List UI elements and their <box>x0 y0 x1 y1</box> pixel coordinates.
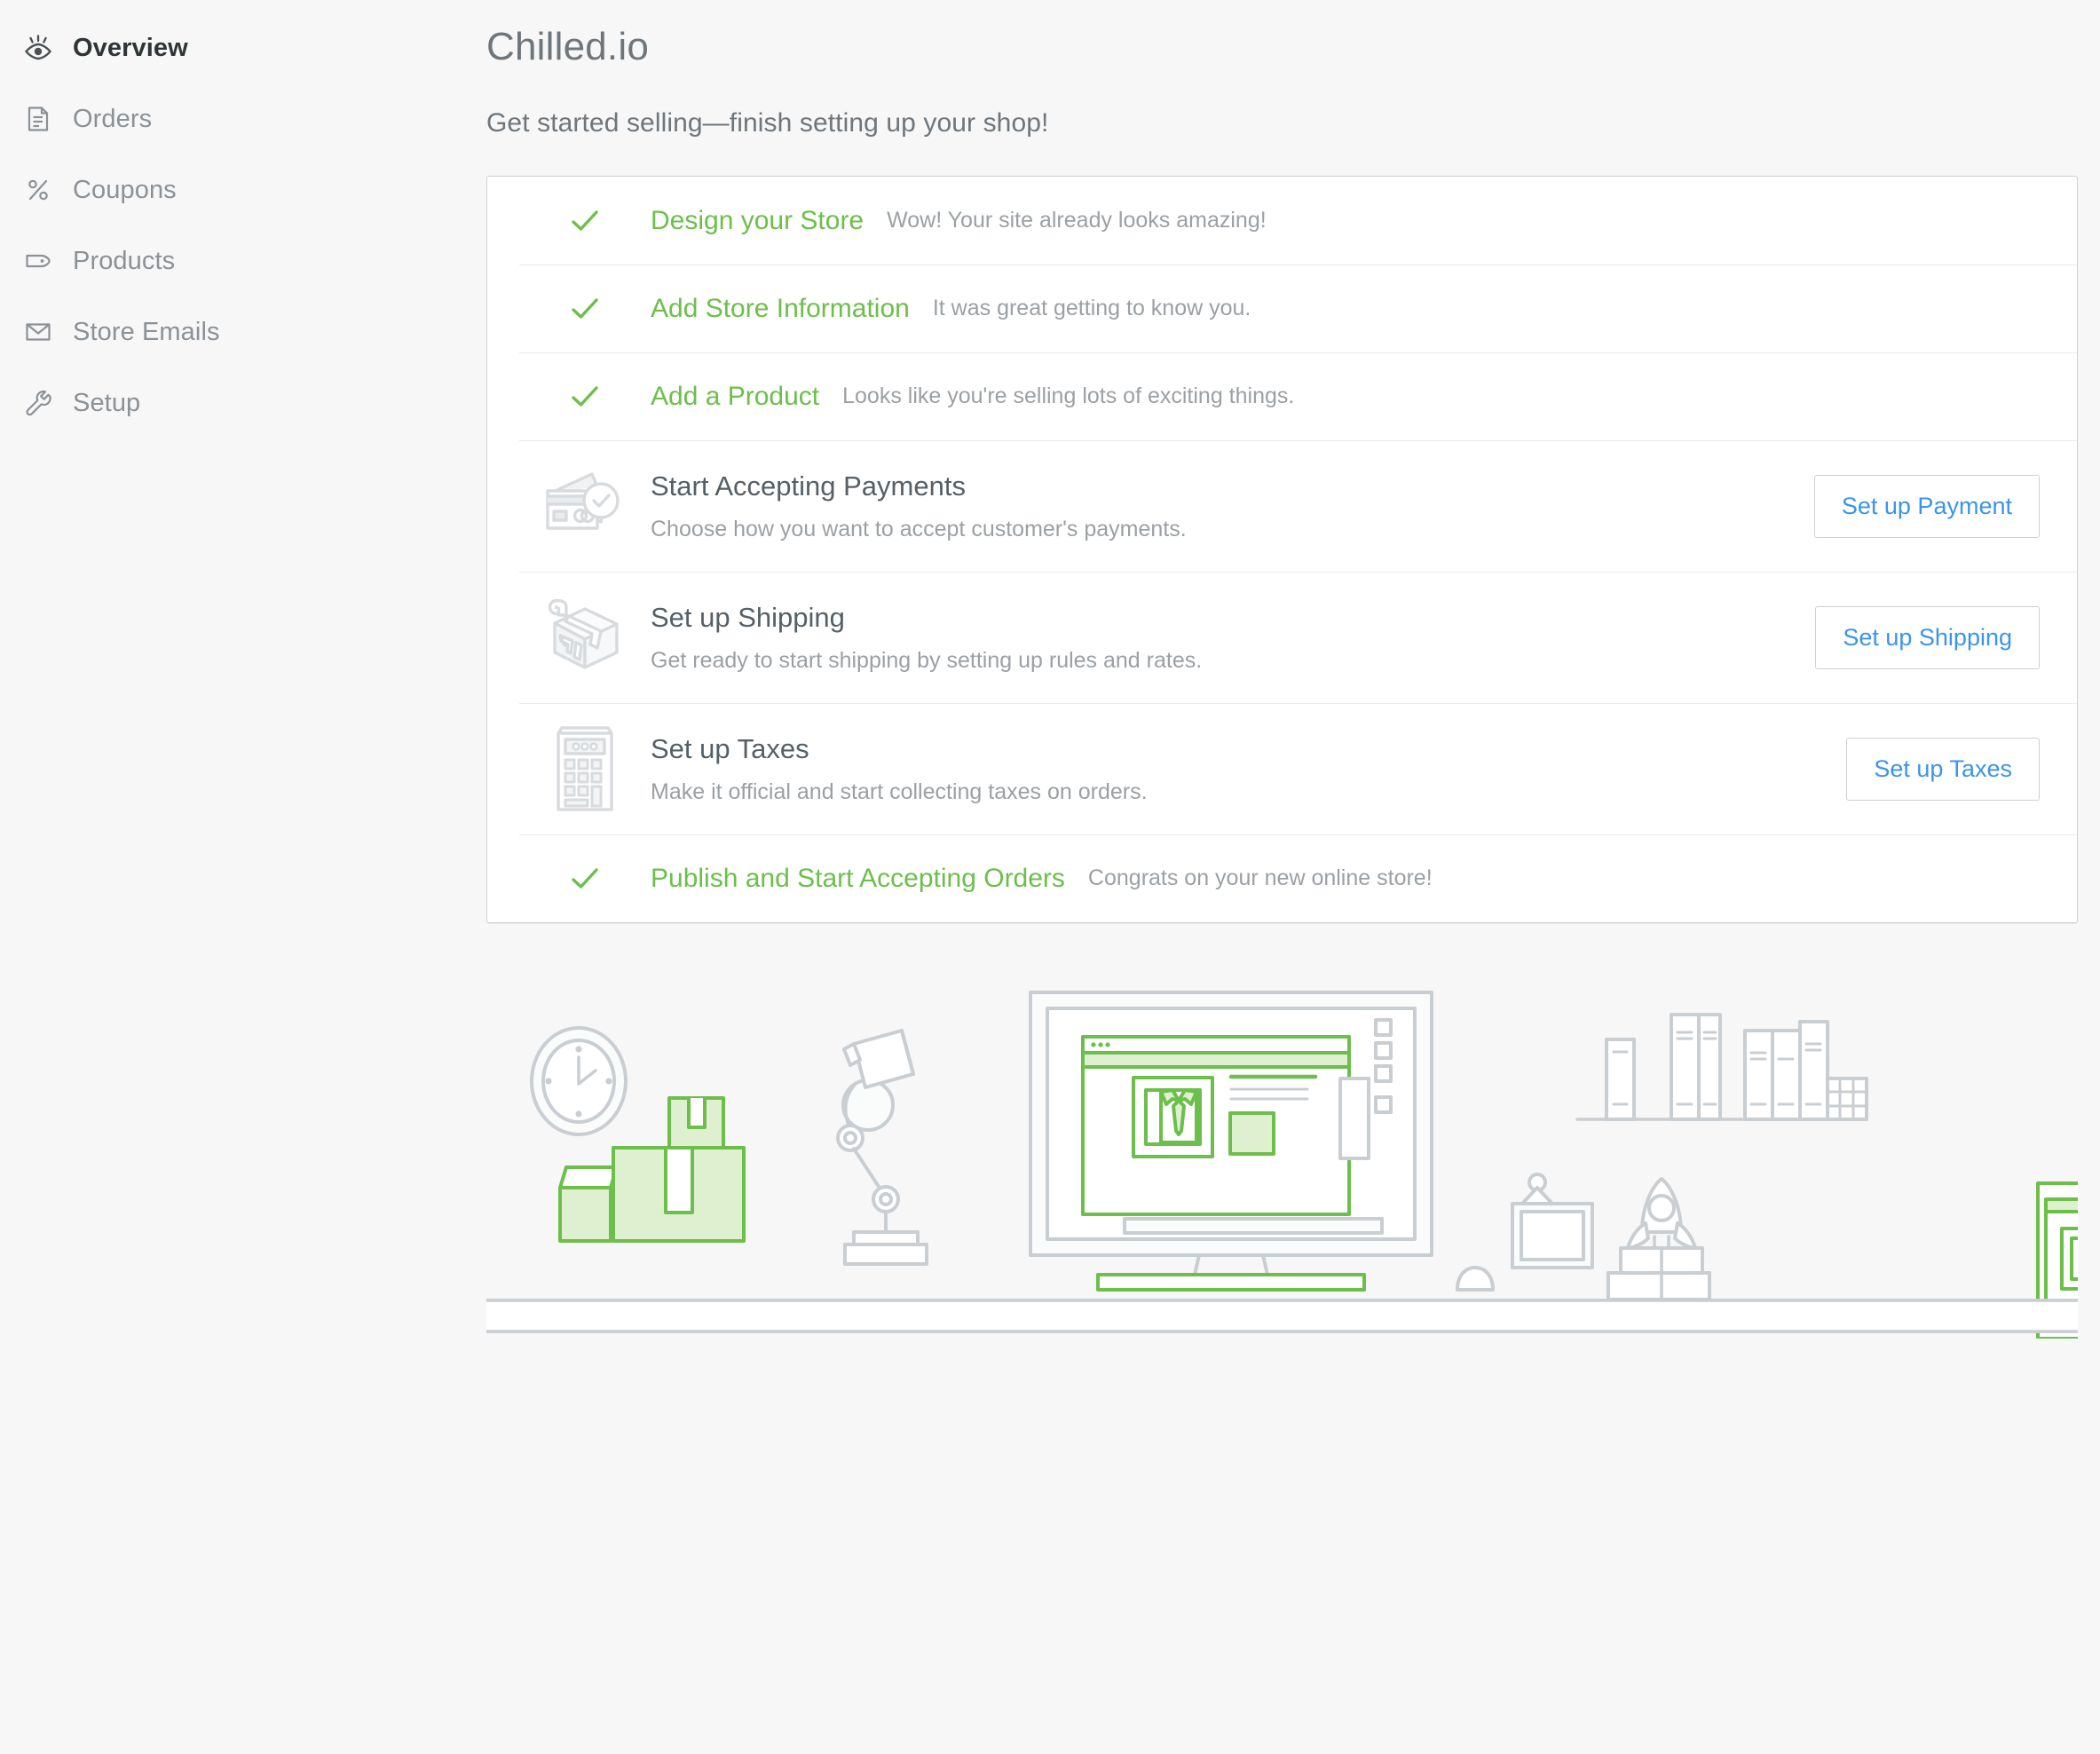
sidebar-item-label: Setup <box>73 388 141 417</box>
credit-card-check-icon <box>519 469 651 543</box>
sidebar-item-label: Store Emails <box>73 317 220 346</box>
shipping-box-icon <box>519 595 651 680</box>
check-icon <box>519 379 651 415</box>
checklist-row-subtitle: Looks like you're selling lots of exciti… <box>842 383 1295 408</box>
set-up-taxes-button[interactable]: Set up Taxes <box>1846 737 2040 801</box>
eye-icon <box>23 33 53 63</box>
checklist-row-start-accepting-payments: Start Accepting Payments Choose how you … <box>487 440 2077 572</box>
checklist-row-text: Start Accepting Payments Choose how you … <box>651 470 1814 542</box>
check-icon <box>519 861 651 897</box>
checklist-row-subtitle: Wow! Your site already looks amazing! <box>887 208 1267 233</box>
sidebar-item-products[interactable]: Products <box>0 225 486 296</box>
sidebar-item-label: Orders <box>73 104 153 133</box>
document-icon <box>23 104 53 134</box>
sidebar-item-label: Products <box>73 246 176 275</box>
check-icon <box>519 291 651 327</box>
wrench-icon <box>23 388 53 418</box>
desk-surface <box>486 1299 2078 1333</box>
checklist-row-subtitle: It was great getting to know you. <box>932 296 1251 320</box>
checklist-row-add-store-information[interactable]: Add Store Information It was great getti… <box>487 265 2077 352</box>
checklist-row-title: Start Accepting Payments <box>651 470 966 502</box>
checklist-row-title: Publish and Start Accepting Orders <box>651 863 1065 893</box>
checklist-row-title: Add Store Information <box>651 293 910 323</box>
checklist-row-set-up-shipping: Set up Shipping Get ready to start shipp… <box>487 572 2077 703</box>
checklist-row-design-your-store[interactable]: Design your Store Wow! Your site already… <box>487 177 2077 265</box>
sidebar-item-coupons[interactable]: Coupons <box>0 154 486 225</box>
picture-frame-icon <box>1511 1173 1594 1269</box>
checklist-row-subtitle: Get ready to start shipping by setting u… <box>651 647 1203 673</box>
checklist-row-title: Set up Shipping <box>651 601 845 633</box>
rocket-trophy-icon <box>1607 1177 1711 1301</box>
sidebar-item-orders[interactable]: Orders <box>0 83 486 154</box>
sidebar-item-setup[interactable]: Setup <box>0 367 486 438</box>
set-up-shipping-button[interactable]: Set up Shipping <box>1815 605 2040 669</box>
checklist-row-title: Add a Product <box>651 381 820 411</box>
page-title: Chilled.io <box>486 25 649 68</box>
setup-checklist-panel: Design your Store Wow! Your site already… <box>486 176 2078 923</box>
sidebar-item-store-emails[interactable]: Store Emails <box>0 296 486 367</box>
sidebar: Overview Orders Coupons Products Store E… <box>0 0 486 1754</box>
percent-icon <box>23 175 53 205</box>
main-content: Chilled.io Get started selling—finish se… <box>486 0 2100 1754</box>
checklist-row-set-up-taxes: Set up Taxes Make it official and start … <box>487 703 2077 834</box>
checklist-row-subtitle: Make it official and start collecting ta… <box>651 778 1148 804</box>
page-subtitle: Get started selling—finish setting up yo… <box>486 108 1049 138</box>
sidebar-item-label: Coupons <box>73 175 177 204</box>
checklist-row-text: Set up Taxes Make it official and start … <box>651 733 1846 805</box>
app-root: Overview Orders Coupons Products Store E… <box>0 0 2100 1754</box>
sidebar-item-label: Overview <box>73 33 188 62</box>
calculator-icon <box>519 724 651 813</box>
checklist-row-title: Design your Store <box>651 205 864 235</box>
checklist-row-subtitle: Congrats on your new online store! <box>1087 865 1433 890</box>
checklist-row-publish-and-start-accepting-orders[interactable]: Publish and Start Accepting Orders Congr… <box>487 834 2077 922</box>
desk-workspace-illustration <box>486 966 2078 1339</box>
checklist-row-title: Set up Taxes <box>651 732 809 764</box>
envelope-icon <box>23 317 53 347</box>
sidebar-item-overview[interactable]: Overview <box>0 12 486 83</box>
tag-icon <box>23 246 53 276</box>
check-icon <box>519 203 651 239</box>
set-up-payment-button[interactable]: Set up Payment <box>1813 474 2040 538</box>
checklist-row-subtitle: Choose how you want to accept customer's… <box>651 516 1187 541</box>
checklist-row-text: Set up Shipping Get ready to start shipp… <box>651 602 1815 674</box>
checklist-row-add-a-product[interactable]: Add a Product Looks like you're selling … <box>487 352 2077 440</box>
